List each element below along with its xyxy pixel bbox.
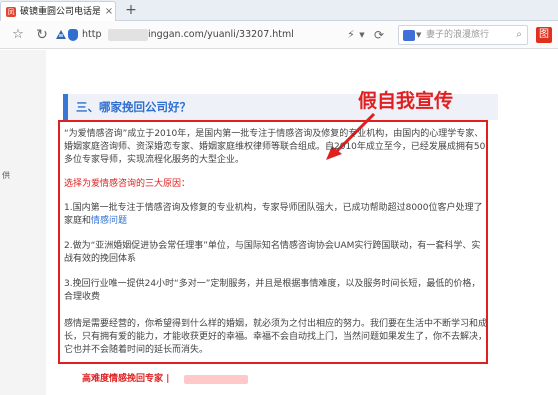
refresh-icon[interactable]: ⟳	[372, 26, 386, 44]
chevron-down-icon[interactable]: ▼	[416, 29, 421, 41]
star-icon[interactable]: ☆	[10, 26, 26, 44]
extension-icon[interactable]: 图	[536, 27, 552, 43]
reload-icon[interactable]: ↻	[34, 26, 50, 44]
security-shield-icon[interactable]	[56, 30, 66, 40]
reasons-heading: 选择为爱情感咨询的三大原因：	[64, 178, 488, 191]
search-input[interactable]: 妻子的浪漫旅行	[426, 28, 489, 42]
section-accent-bar	[63, 94, 68, 120]
sidebar-label: 供	[2, 171, 10, 180]
new-tab-button[interactable]: +	[122, 1, 140, 19]
section-title: 三、哪家挽回公司好？	[76, 100, 191, 114]
reason-1-text: 1.国内第一批专注于情感咨询及修复的专业机构，专家导师团队强大，已成功帮助超过8…	[64, 202, 488, 228]
reason-2: 2.做为“亚洲婚姻促进协会常任理事”单位，与国际知名情感咨询协会UAM实行跨国联…	[64, 240, 488, 266]
reason-1: 1.国内第一批专注于情感咨询及修复的专业机构，专家导师团队强大，已成功帮助超过8…	[64, 202, 488, 228]
search-box[interactable]: ▼ 妻子的浪漫旅行 ⌕	[398, 25, 528, 45]
tab-strip: 凤 破镜重圆公司电话是多少... × +	[0, 0, 558, 21]
close-icon[interactable]: ×	[104, 5, 114, 19]
lightning-icon[interactable]: ⚡	[344, 26, 358, 44]
reason-3-text: 3.挽回行业唯一提供24小时“多对一”定制服务，并且是根据事情难度，以及服务时间…	[64, 279, 481, 302]
browser-toolbar: ☆ ↻ http inggan.com/yuanli/33207.html ⚡ …	[0, 21, 558, 49]
search-engine-icon[interactable]	[403, 30, 415, 41]
left-sidebar: 供	[0, 50, 46, 395]
search-icon[interactable]: ⌕	[513, 28, 525, 42]
intro-text: “为爱情感咨询”成立于2010年，是国内第一批专注于情感咨询及修复的专业机构，由…	[64, 129, 486, 165]
footer-redacted	[184, 375, 248, 384]
ifeng-icon: 凤	[6, 7, 16, 17]
reasons-heading-text: 选择为爱情感咨询的三大原因：	[64, 179, 191, 189]
reason-2-text: 2.做为“亚洲婚姻促进协会常任理事”单位，与国际知名情感咨询协会UAM实行跨国联…	[64, 241, 481, 264]
intro-paragraph: “为爱情感咨询”成立于2010年，是国内第一批专注于情感咨询及修复的专业机构，由…	[64, 128, 488, 167]
url-prefix[interactable]: http	[82, 28, 102, 42]
page-viewport: 供 三、哪家挽回公司好？ 假自我宣传 “为爱情感咨询”成立于2010年，是国内第…	[0, 50, 558, 395]
tab-active[interactable]: 凤 破镜重圆公司电话是多少... ×	[0, 1, 116, 21]
chevron-down-icon[interactable]: ▼	[358, 26, 366, 44]
emotion-issue-link[interactable]: 情感问题	[91, 216, 127, 226]
reason-3: 3.挽回行业唯一提供24小时“多对一”定制服务，并且是根据事情难度，以及服务时间…	[64, 278, 488, 304]
tab-title: 破镜重圆公司电话是多少...	[20, 7, 100, 17]
url-redacted	[108, 29, 148, 41]
url-text[interactable]: inggan.com/yuanli/33207.html	[148, 28, 294, 42]
shield-icon[interactable]	[68, 29, 78, 41]
closing-paragraph: 感情是需要经营的，你希望得到什么样的婚姻，就必须为之付出相应的努力。我们要在生活…	[64, 318, 488, 357]
footer-title[interactable]: 高难度情感挽回专家 |	[82, 372, 169, 386]
closing-text: 感情是需要经营的，你希望得到什么样的婚姻，就必须为之付出相应的努力。我们要在生活…	[64, 319, 488, 355]
